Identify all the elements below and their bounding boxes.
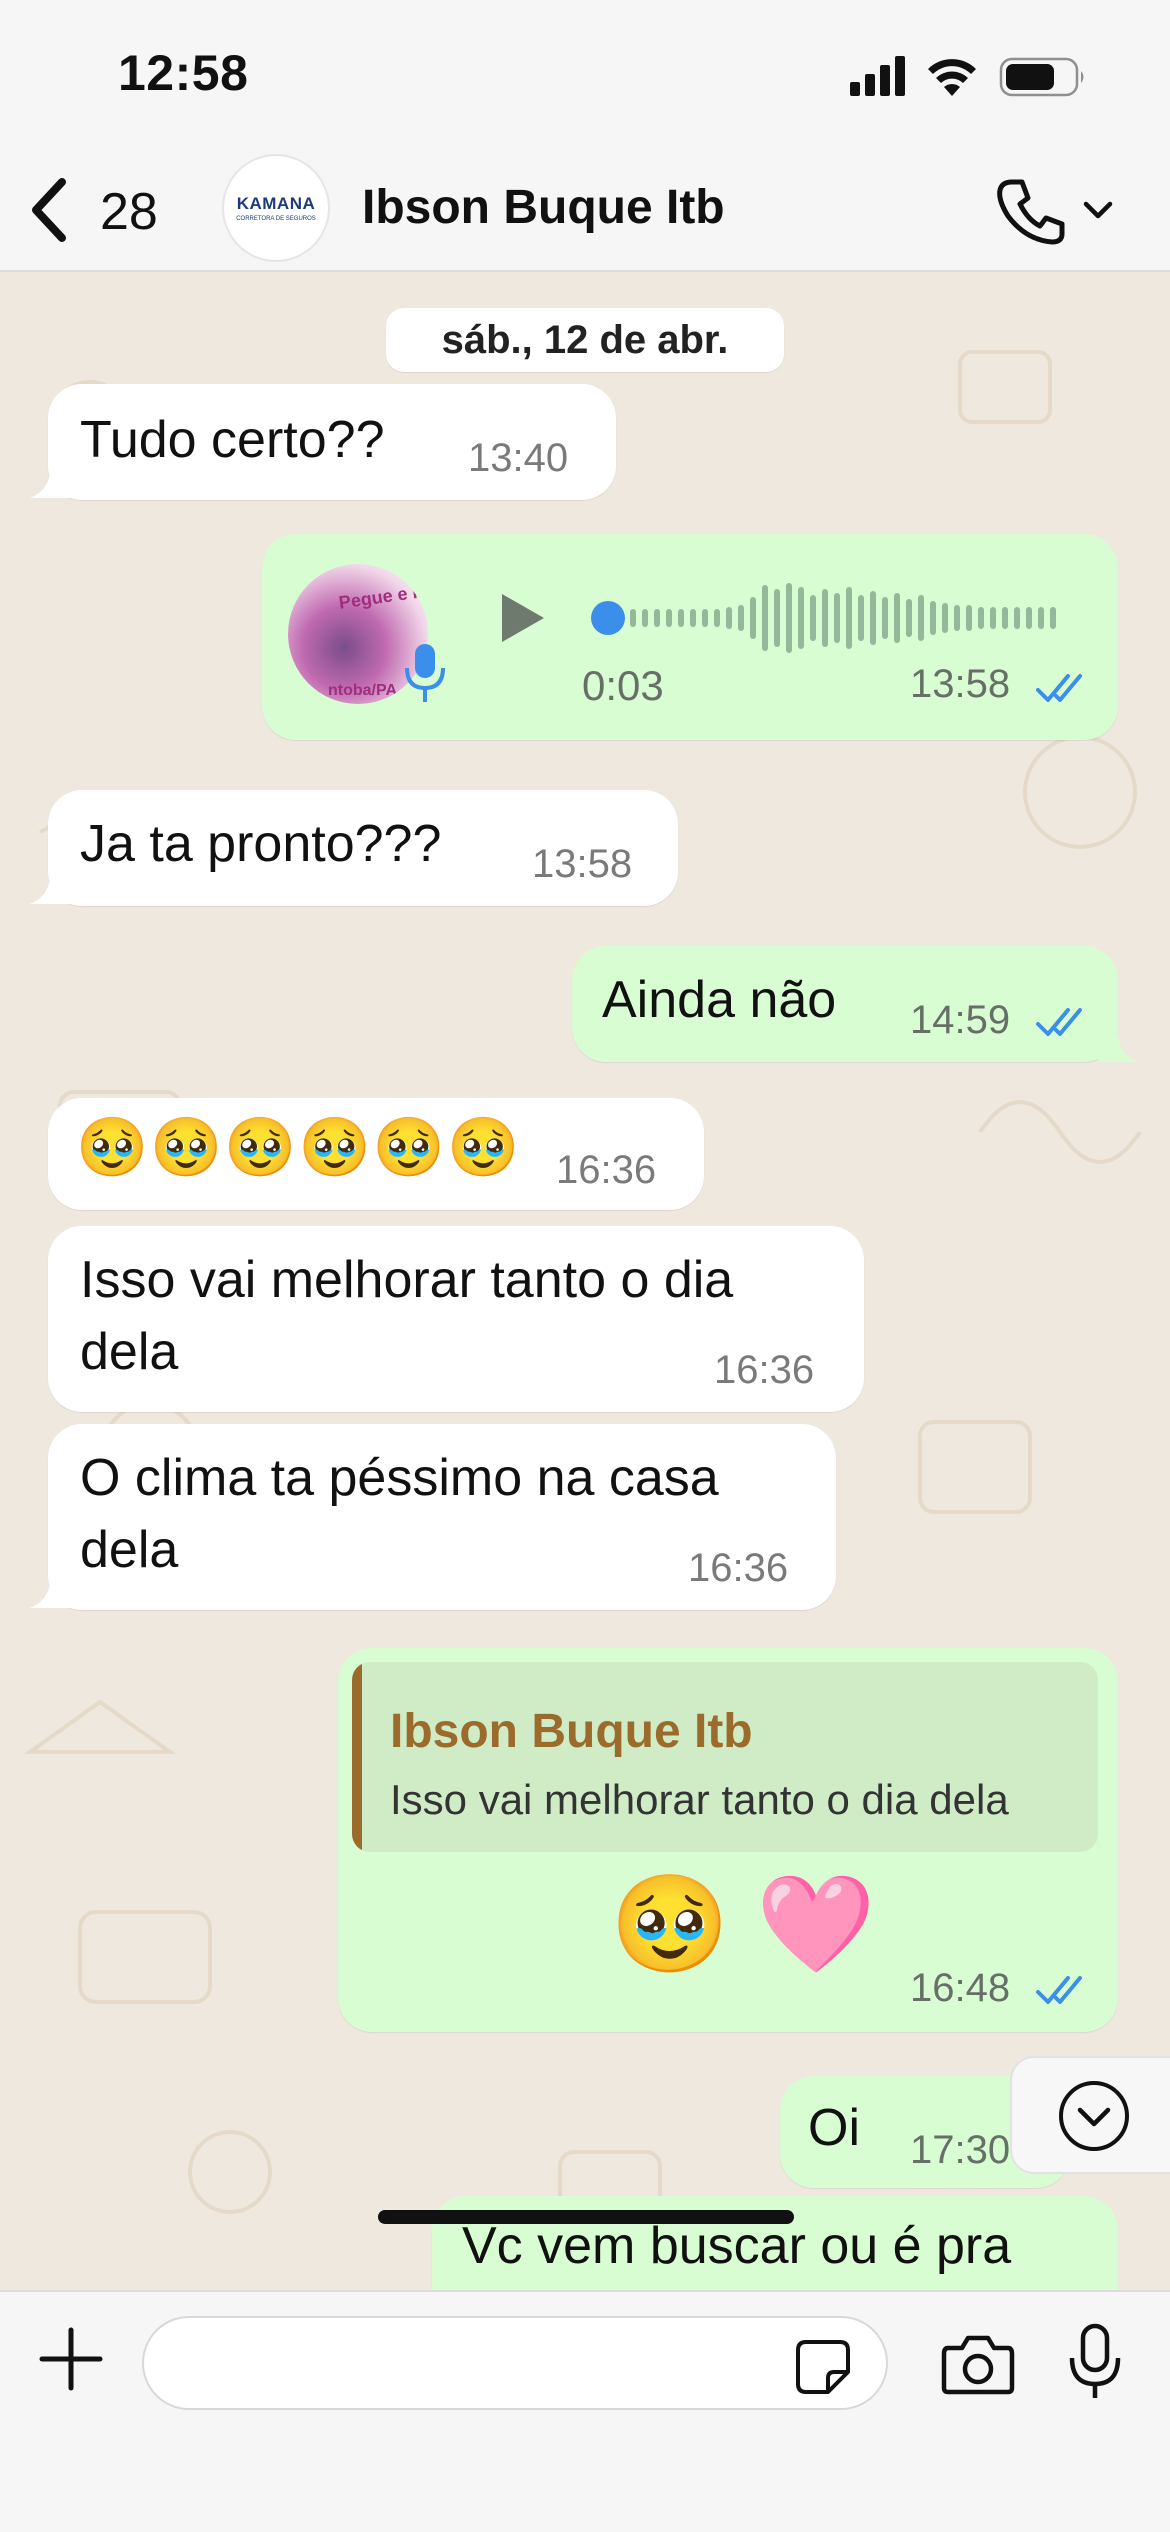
sticker-icon[interactable]	[794, 2338, 852, 2396]
composer-bar	[0, 2290, 1170, 2532]
home-indicator[interactable]	[378, 2210, 794, 2224]
thumbnail-text: Pegue e M FESTA NA ME	[337, 564, 428, 613]
double-check-icon	[1036, 1976, 1082, 2004]
message-time: 16:36	[688, 1546, 789, 1590]
bubble-tail	[30, 864, 70, 904]
double-check-icon	[1036, 1008, 1082, 1036]
message-text-line: dela	[80, 1323, 179, 1381]
bubble-tail	[1098, 1022, 1138, 1062]
avatar[interactable]: KAMANA CORRETORA DE SEGUROS	[222, 154, 330, 262]
back-chevron-icon	[32, 178, 66, 242]
message-emoji: 🥹🥹🥹🥹🥹🥹	[76, 1115, 522, 1180]
chat-header: 28 KAMANA CORRETORA DE SEGUROS Ibson Buq…	[0, 150, 1170, 272]
message-text-line: Isso vai melhorar tanto o dia	[80, 1251, 734, 1309]
message-time: 14:59	[910, 998, 1011, 1042]
avatar-subtitle: CORRETORA DE SEGUROS	[236, 216, 316, 222]
voice-duration: 0:03	[582, 662, 664, 709]
camera-icon[interactable]	[940, 2328, 1016, 2398]
quoted-message[interactable]: Ibson Buque Itb Isso vai melhorar tanto …	[352, 1662, 1098, 1852]
battery-icon	[999, 57, 1084, 97]
voice-waveform[interactable]	[588, 578, 1068, 658]
message-time: 16:36	[714, 1348, 815, 1392]
back-button[interactable]: 28	[22, 170, 182, 250]
bubble-tail	[30, 458, 70, 498]
message-time: 13:58	[910, 662, 1011, 706]
mic-icon	[405, 644, 445, 702]
message-time: 13:40	[468, 436, 569, 480]
message-text-line: O clima ta péssimo na casa	[80, 1449, 719, 1507]
message-text: Ja ta pronto???	[80, 815, 442, 873]
message-time: 13:58	[532, 842, 633, 886]
message-emoji: 🥹 🩷	[610, 1871, 876, 1978]
contact-name[interactable]: Ibson Buque Itb	[362, 180, 725, 235]
signal-icon	[850, 56, 905, 96]
message-bubble-incoming[interactable]: Ja ta pronto??? 13:58	[48, 790, 678, 906]
quoted-sender-name: Ibson Buque Itb	[390, 1705, 753, 1758]
message-text-line: dela	[80, 1521, 179, 1579]
message-text: Tudo certo??	[80, 411, 385, 469]
message-bubble-incoming[interactable]: Tudo certo?? 13:40	[48, 384, 616, 500]
quote-accent-bar	[352, 1662, 362, 1852]
status-bar: 12:58	[0, 0, 1170, 150]
bubble-tail	[30, 1568, 70, 1608]
status-time: 12:58	[118, 45, 249, 101]
call-button[interactable]	[990, 170, 1120, 250]
chevron-down-icon	[1083, 201, 1113, 219]
voice-message-bubble[interactable]: Pegue e M FESTA NA ME ntoba/PA	[262, 534, 1118, 740]
chat-area[interactable]: sáb., 12 de abr. Tudo certo?? 13:40 Pegu…	[0, 272, 1170, 2290]
scroll-to-bottom-button[interactable]	[1010, 2056, 1170, 2174]
message-time: 17:30	[910, 2128, 1011, 2172]
scroll-down-icon	[1059, 2081, 1129, 2151]
date-separator: sáb., 12 de abr.	[386, 308, 784, 372]
phone-icon	[997, 179, 1065, 245]
avatar-brand: KAMANA	[236, 194, 316, 213]
unread-count: 28	[100, 183, 158, 241]
wifi-icon	[928, 59, 976, 96]
thumbnail-text: ntoba/PA	[328, 682, 398, 699]
quoted-text: Isso vai melhorar tanto o dia dela	[390, 1776, 1009, 1823]
message-bubble-incoming[interactable]: 🥹🥹🥹🥹🥹🥹 16:36	[48, 1098, 704, 1210]
status-icons	[850, 56, 1084, 97]
message-bubble-incoming[interactable]: Isso vai melhorar tanto o dia dela 16:36	[48, 1226, 864, 1412]
message-text: Oi	[808, 2099, 860, 2157]
message-text: Ainda não	[602, 971, 837, 1029]
reply-message-bubble[interactable]: Ibson Buque Itb Isso vai melhorar tanto …	[338, 1648, 1118, 2032]
double-check-icon	[1036, 674, 1082, 702]
play-icon[interactable]	[494, 588, 550, 648]
message-bubble-outgoing[interactable]: Ainda não 14:59	[572, 946, 1118, 1062]
plus-icon[interactable]	[34, 2322, 108, 2396]
message-time: 16:36	[556, 1148, 657, 1192]
microphone-icon[interactable]	[1066, 2322, 1124, 2402]
message-input[interactable]	[142, 2316, 888, 2410]
message-bubble-incoming[interactable]: O clima ta péssimo na casa dela 16:36	[48, 1424, 836, 1610]
message-time: 16:48	[910, 1966, 1011, 2010]
